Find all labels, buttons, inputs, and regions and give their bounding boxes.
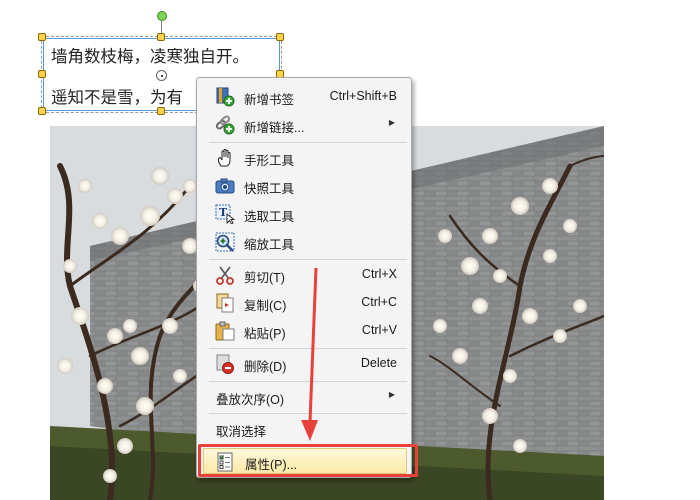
menu-item-label: 缩放工具: [244, 238, 295, 252]
menu-separator: [209, 259, 407, 260]
hand-tool-icon: [215, 148, 235, 168]
context-menu: 新增书签 Ctrl+Shift+B 新增链接... ▶ 手形工具 快照工具 T …: [196, 77, 412, 478]
camera-icon: [215, 176, 235, 196]
menu-item-add-bookmark[interactable]: 新增书签 Ctrl+Shift+B: [199, 84, 409, 110]
menu-item-label: 选取工具: [244, 210, 295, 224]
annotation-highlight-box: [198, 444, 418, 477]
resize-handle-top[interactable]: [157, 33, 165, 41]
menu-item-label: 剪切(T): [244, 271, 285, 285]
menu-item-add-link[interactable]: 新增链接... ▶: [199, 112, 409, 138]
menu-item-label: 新增链接...: [244, 121, 305, 135]
menu-item-shortcut: Ctrl+X: [361, 267, 397, 281]
menu-item-label: 新增书签: [244, 93, 295, 107]
paste-icon: [215, 321, 235, 341]
menu-separator: [209, 142, 407, 143]
menu-item-copy[interactable]: 复制(C) Ctrl+C: [199, 290, 409, 316]
menu-item-shortcut: Delete: [360, 356, 397, 370]
resize-handle-bottom-left[interactable]: [38, 107, 46, 115]
resize-handle-left[interactable]: [38, 70, 46, 78]
menu-item-label: 取消选择: [216, 425, 267, 439]
menu-separator: [209, 348, 407, 349]
resize-handle-top-right[interactable]: [276, 33, 284, 41]
menu-item-zoom-tool[interactable]: 缩放工具: [199, 229, 409, 255]
menu-item-label: 快照工具: [244, 182, 295, 196]
menu-item-snapshot-tool[interactable]: 快照工具: [199, 173, 409, 199]
menu-item-deselect[interactable]: 取消选择: [199, 416, 409, 442]
menu-item-stacking-order[interactable]: 叠放次序(O) ▶: [199, 384, 409, 410]
menu-item-label: 删除(D): [244, 360, 287, 374]
menu-item-label: 手形工具: [244, 154, 295, 168]
menu-item-shortcut: Ctrl+V: [361, 323, 397, 337]
menu-item-hand-tool[interactable]: 手形工具: [199, 145, 409, 171]
text-line-1: 墙角数枝梅，凌寒独自开。: [51, 47, 249, 66]
menu-item-select-tool[interactable]: T 选取工具: [199, 201, 409, 227]
submenu-arrow-icon: ▶: [388, 390, 395, 399]
menu-item-paste[interactable]: 粘贴(P) Ctrl+V: [199, 318, 409, 344]
resize-handle-top-left[interactable]: [38, 33, 46, 41]
menu-item-label: 粘贴(P): [244, 327, 286, 341]
resize-handle-bottom[interactable]: [157, 107, 165, 115]
menu-item-shortcut: Ctrl+C: [361, 295, 397, 309]
center-point-marker: [156, 70, 167, 81]
menu-separator: [209, 381, 407, 382]
rotation-handle[interactable]: [157, 11, 167, 21]
copy-icon: [215, 293, 235, 313]
menu-item-label: 复制(C): [244, 299, 287, 313]
delete-icon: [215, 354, 235, 374]
scissors-icon: [215, 265, 235, 285]
menu-item-delete[interactable]: 删除(D) Delete: [199, 351, 409, 377]
text-line-2: 遥知不是雪，为有: [51, 88, 183, 107]
text-select-icon: T: [215, 204, 236, 225]
submenu-arrow-icon: ▶: [388, 118, 395, 127]
menu-item-shortcut: Ctrl+Shift+B: [329, 89, 397, 103]
zoom-icon: [215, 232, 235, 252]
link-add-icon: [215, 115, 235, 135]
menu-item-label: 叠放次序(O): [216, 393, 285, 407]
menu-item-cut[interactable]: 剪切(T) Ctrl+X: [199, 262, 409, 288]
bookmark-add-icon: [215, 87, 235, 107]
menu-separator: [209, 413, 407, 414]
